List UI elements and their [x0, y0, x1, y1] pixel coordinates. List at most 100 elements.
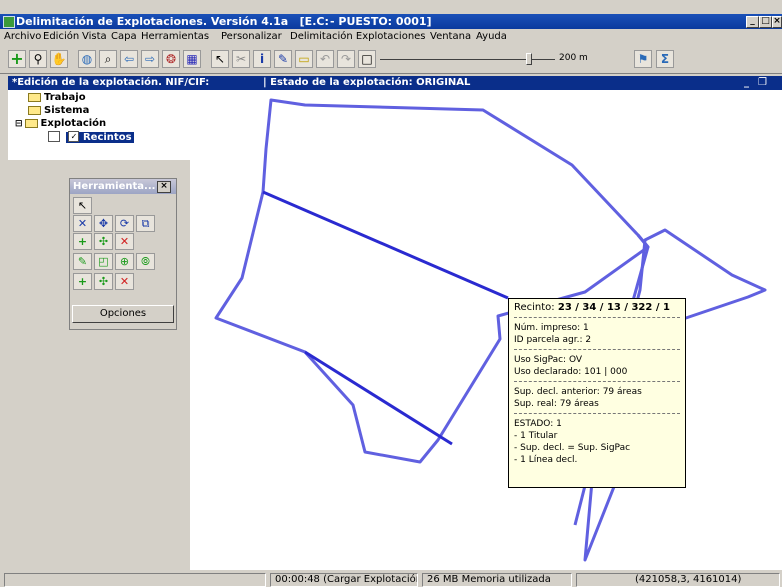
window-title-bar: Delimitación de Explotaciones. Versión 4… — [0, 14, 782, 29]
zoom-icon[interactable]: ⚲ — [29, 50, 47, 68]
menu-personalizar[interactable]: Personalizar — [221, 29, 282, 45]
move-node-icon[interactable]: ✣ — [94, 273, 113, 290]
globe-icon[interactable]: ◍ — [78, 50, 96, 68]
add-icon[interactable]: + — [8, 50, 26, 68]
layer-tree: Trabajo Sistema ⊟ Explotación ✓ Recintos — [8, 90, 191, 160]
menu-bar: Archivo Edición Vista Capa Herramientas … — [0, 29, 782, 45]
document-state: | Estado de la explotación: ORIGINAL — [263, 77, 471, 88]
folder-icon — [28, 105, 41, 115]
tools-panel: Herramienta... × ↖ ✕ ✥ ⟳ ⧉ + ✣ ✕ ✎ ◰ ⊕ ⦾… — [69, 178, 177, 330]
tools-panel-title: Herramienta... — [73, 181, 156, 192]
edit-area-icon[interactable]: ◰ — [94, 253, 113, 270]
main-toolbar: + ⚲ ✋ ◍ ⌕ ⇦ ⇨ ❂ ▦ ↖ ✂ i ✎ ▭ ↶ ↷ □ 200 m … — [0, 45, 782, 74]
restore-icon[interactable]: □ — [759, 16, 772, 28]
info-icon[interactable]: i — [253, 50, 271, 68]
select-tool-icon[interactable]: ✂ — [232, 50, 250, 68]
minimize-icon[interactable]: _ — [746, 16, 759, 28]
left-pane: Trabajo Sistema ⊟ Explotación ✓ Recintos … — [8, 90, 191, 570]
sup-real: Sup. real: 79 áreas — [514, 399, 599, 409]
tree-item-trabajo[interactable]: Trabajo — [28, 92, 86, 104]
tooltip-separator — [514, 349, 680, 350]
close-icon[interactable]: × — [157, 181, 171, 193]
status-bar: 00:00:48 (Cargar Explotación) 26 MB Memo… — [0, 571, 782, 587]
forward-icon[interactable]: ⇨ — [141, 50, 159, 68]
parcel-selected-edge-top[interactable] — [262, 190, 509, 300]
move-vertex-icon[interactable]: ✣ — [94, 233, 113, 250]
tools-panel-header[interactable]: Herramienta... × — [70, 179, 176, 194]
window-title: Delimitación de Explotaciones. Versión 4… — [16, 15, 289, 28]
status-memory: 26 MB Memoria utilizada — [422, 573, 572, 587]
move-icon[interactable]: ✥ — [94, 215, 113, 232]
menu-archivo[interactable]: Archivo — [4, 29, 41, 45]
connect-icon[interactable]: ⦾ — [136, 253, 155, 270]
recinto-label: Recinto: — [514, 302, 555, 313]
tooltip-separator — [514, 413, 680, 414]
tree-item-explotacion[interactable]: ⊟ Explotación — [15, 118, 106, 130]
zoom-box-icon[interactable]: ⌕ — [99, 50, 117, 68]
menu-delimitacion[interactable]: Delimitación Explotaciones — [290, 29, 426, 45]
parcel-map[interactable] — [190, 90, 782, 570]
window-ec: [E.C: — [299, 15, 329, 28]
tree-item-sistema[interactable]: Sistema — [28, 105, 89, 117]
rectangle-icon[interactable]: □ — [358, 50, 376, 68]
cut-icon[interactable]: ✕ — [73, 215, 92, 232]
ruler-icon[interactable]: ▭ — [295, 50, 313, 68]
scale-thumb[interactable] — [526, 53, 532, 65]
map-canvas[interactable]: Recinto: 23 / 34 / 13 / 322 / 1 Núm. imp… — [190, 90, 782, 570]
delete-node-icon[interactable]: ✕ — [115, 273, 134, 290]
menu-edicion[interactable]: Edición — [43, 29, 79, 45]
delete-vertex-icon[interactable]: ✕ — [115, 233, 134, 250]
add-vertex-icon[interactable]: + — [73, 233, 92, 250]
tooltip-separator — [514, 317, 680, 318]
add-point-icon[interactable]: ⊕ — [115, 253, 134, 270]
redo-icon[interactable]: ↷ — [337, 50, 355, 68]
estado: ESTADO: 1 — [514, 419, 562, 429]
linea-decl: - 1 Línea decl. — [514, 455, 578, 465]
window-puesto: - PUESTO: 0001] — [330, 15, 432, 28]
menu-ayuda[interactable]: Ayuda — [476, 29, 507, 45]
menu-capa[interactable]: Capa — [111, 29, 137, 45]
uso-declarado: Uso declarado: 101 | 000 — [514, 367, 628, 377]
add-node-icon[interactable]: + — [73, 273, 92, 290]
menu-vista[interactable]: Vista — [82, 29, 107, 45]
status-coords: (421058,3, 4161014) — [576, 573, 780, 587]
identify-icon[interactable]: ⚑ — [634, 50, 652, 68]
scale-slider[interactable]: 200 m — [380, 53, 588, 65]
num-impreso: Núm. impreso: 1 — [514, 323, 589, 333]
close-icon[interactable]: × — [772, 16, 782, 28]
opciones-button[interactable]: Opciones — [72, 305, 174, 323]
recintos-checkbox[interactable]: ✓ — [68, 131, 80, 142]
status-time: 00:00:48 (Cargar Explotación) — [270, 573, 418, 587]
menu-herramientas[interactable]: Herramientas — [141, 29, 209, 45]
app-icon — [3, 16, 15, 28]
doc-restore-icon[interactable]: ❐ — [758, 76, 767, 90]
sup-anterior: Sup. decl. anterior: 79 áreas — [514, 387, 642, 397]
parcel-selected-edge-bottom[interactable] — [304, 350, 453, 446]
pointer-icon[interactable]: ↖ — [211, 50, 229, 68]
sum-icon[interactable]: Σ — [656, 50, 674, 68]
edit-line-icon[interactable]: ✎ — [73, 253, 92, 270]
recintos-label-box: ✓ Recintos — [66, 131, 134, 143]
layers-icon[interactable]: ❂ — [162, 50, 180, 68]
back-icon[interactable]: ⇦ — [120, 50, 138, 68]
folder-icon — [28, 92, 41, 102]
merge-icon[interactable]: ⧉ — [136, 215, 155, 232]
uso-sigpac: Uso SigPac: OV — [514, 355, 583, 365]
menu-ventana[interactable]: Ventana — [430, 29, 471, 45]
doc-minimize-icon[interactable]: _ — [744, 76, 749, 90]
undo-icon[interactable]: ↶ — [316, 50, 334, 68]
document-title-bar: *Edición de la explotación. NIF/CIF: | E… — [8, 76, 782, 90]
rotate-icon[interactable]: ⟳ — [115, 215, 134, 232]
recinto-value: 23 / 34 / 13 / 322 / 1 — [557, 302, 670, 313]
scale-label: 200 m — [559, 53, 588, 63]
layer-swatch-icon — [48, 131, 60, 142]
recinto-tooltip: Recinto: 23 / 34 / 13 / 322 / 1 Núm. imp… — [508, 298, 686, 488]
folder-open-icon — [24, 118, 38, 128]
pan-hand-icon[interactable]: ✋ — [50, 50, 68, 68]
collapse-icon[interactable]: ⊟ — [15, 119, 23, 129]
document-title: *Edición de la explotación. NIF/CIF: — [12, 77, 210, 88]
edit-icon[interactable]: ✎ — [274, 50, 292, 68]
grid-icon[interactable]: ▦ — [183, 50, 201, 68]
pointer-icon[interactable]: ↖ — [73, 197, 92, 214]
tree-item-recintos[interactable]: ✓ Recintos — [48, 131, 134, 143]
